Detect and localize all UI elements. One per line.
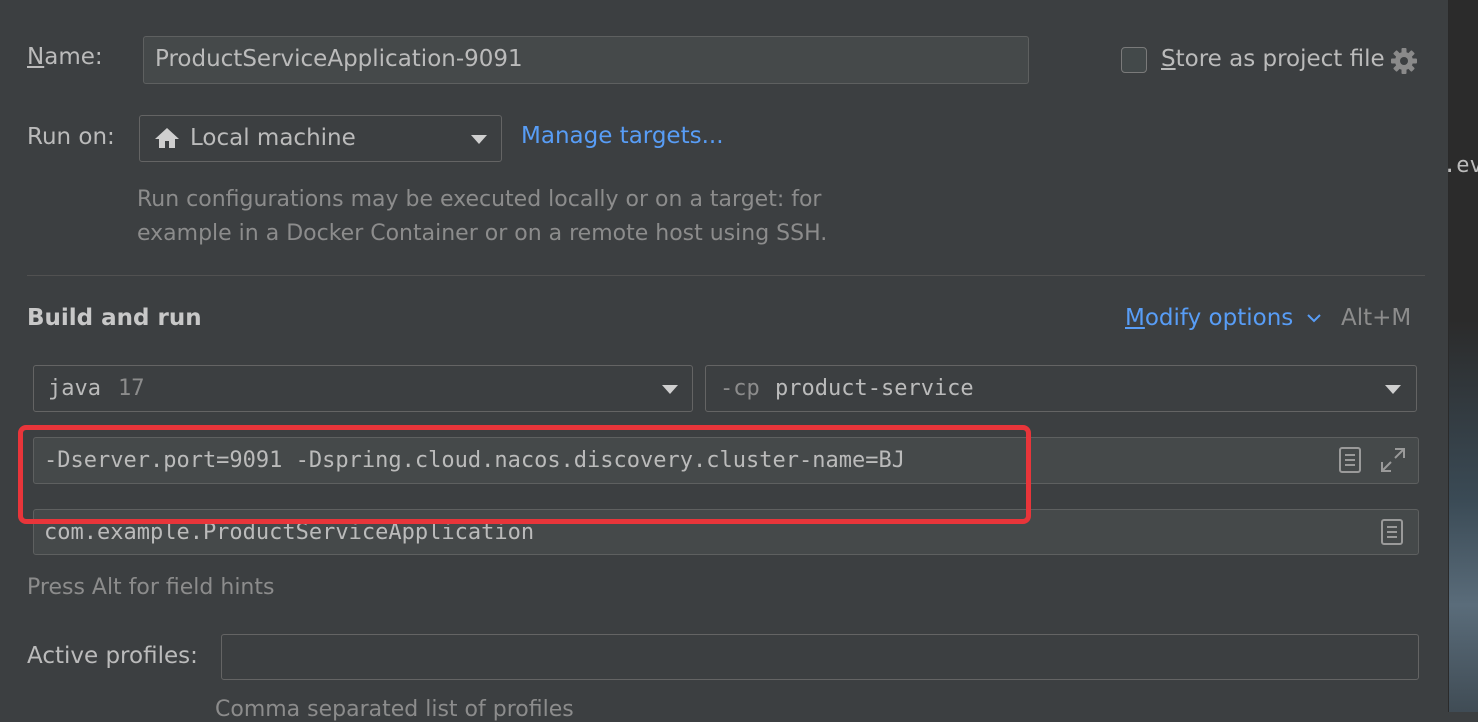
main-class-value: com.example.ProductServiceApplication — [44, 520, 535, 545]
cp-module: product-service — [775, 376, 974, 401]
active-profiles-label: Active profiles: — [27, 643, 198, 669]
manage-targets-link[interactable]: Manage targets... — [521, 123, 724, 149]
chevron-down-icon — [471, 135, 487, 144]
document-icon[interactable] — [1337, 446, 1363, 474]
run-on-selected: Local machine — [190, 125, 356, 151]
vm-options-input[interactable]: -Dserver.port=9091 -Dspring.cloud.nacos.… — [33, 437, 1419, 484]
home-icon — [154, 126, 180, 150]
store-as-project-file-checkbox[interactable] — [1121, 47, 1147, 73]
run-on-hint-line1: Run configurations may be executed local… — [137, 187, 822, 212]
run-on-hint-line2: example in a Docker Container or on a re… — [137, 221, 828, 246]
name-input[interactable]: ProductServiceApplication-9091 — [143, 36, 1029, 84]
vm-options-value: -Dserver.port=9091 -Dspring.cloud.nacos.… — [44, 448, 905, 473]
run-on-label: Run on: — [27, 124, 115, 150]
jdk-dropdown[interactable]: java 17 — [33, 365, 693, 412]
name-input-value: ProductServiceApplication-9091 — [155, 46, 523, 72]
store-as-project-file-label[interactable]: Store as project file — [1161, 46, 1385, 72]
active-profiles-input[interactable] — [221, 634, 1419, 680]
run-on-dropdown[interactable]: Local machine — [139, 115, 502, 162]
jdk-prefix: java — [48, 376, 101, 401]
document-icon[interactable] — [1379, 518, 1405, 546]
active-profiles-hint: Comma separated list of profiles — [215, 697, 574, 722]
section-divider — [27, 275, 1425, 276]
expand-icon[interactable] — [1379, 446, 1407, 474]
background-window-edge — [1448, 0, 1478, 712]
modify-options-link[interactable]: Modify options — [1125, 305, 1293, 331]
background-editor-text: .ev — [1443, 153, 1478, 178]
gear-icon[interactable] — [1389, 46, 1419, 76]
cp-prefix: -cp — [720, 376, 760, 401]
main-class-input[interactable]: com.example.ProductServiceApplication — [33, 509, 1419, 555]
chevron-down-icon — [662, 385, 678, 394]
field-hints-text: Press Alt for field hints — [27, 575, 275, 600]
build-and-run-heading: Build and run — [27, 305, 202, 331]
modify-options-shortcut: Alt+M — [1341, 305, 1412, 331]
jdk-version: 17 — [118, 376, 145, 401]
chevron-down-icon[interactable] — [1305, 309, 1323, 327]
name-label: Name: — [27, 44, 103, 70]
chevron-down-icon — [1385, 385, 1401, 394]
classpath-module-dropdown[interactable]: -cp product-service — [705, 365, 1417, 412]
